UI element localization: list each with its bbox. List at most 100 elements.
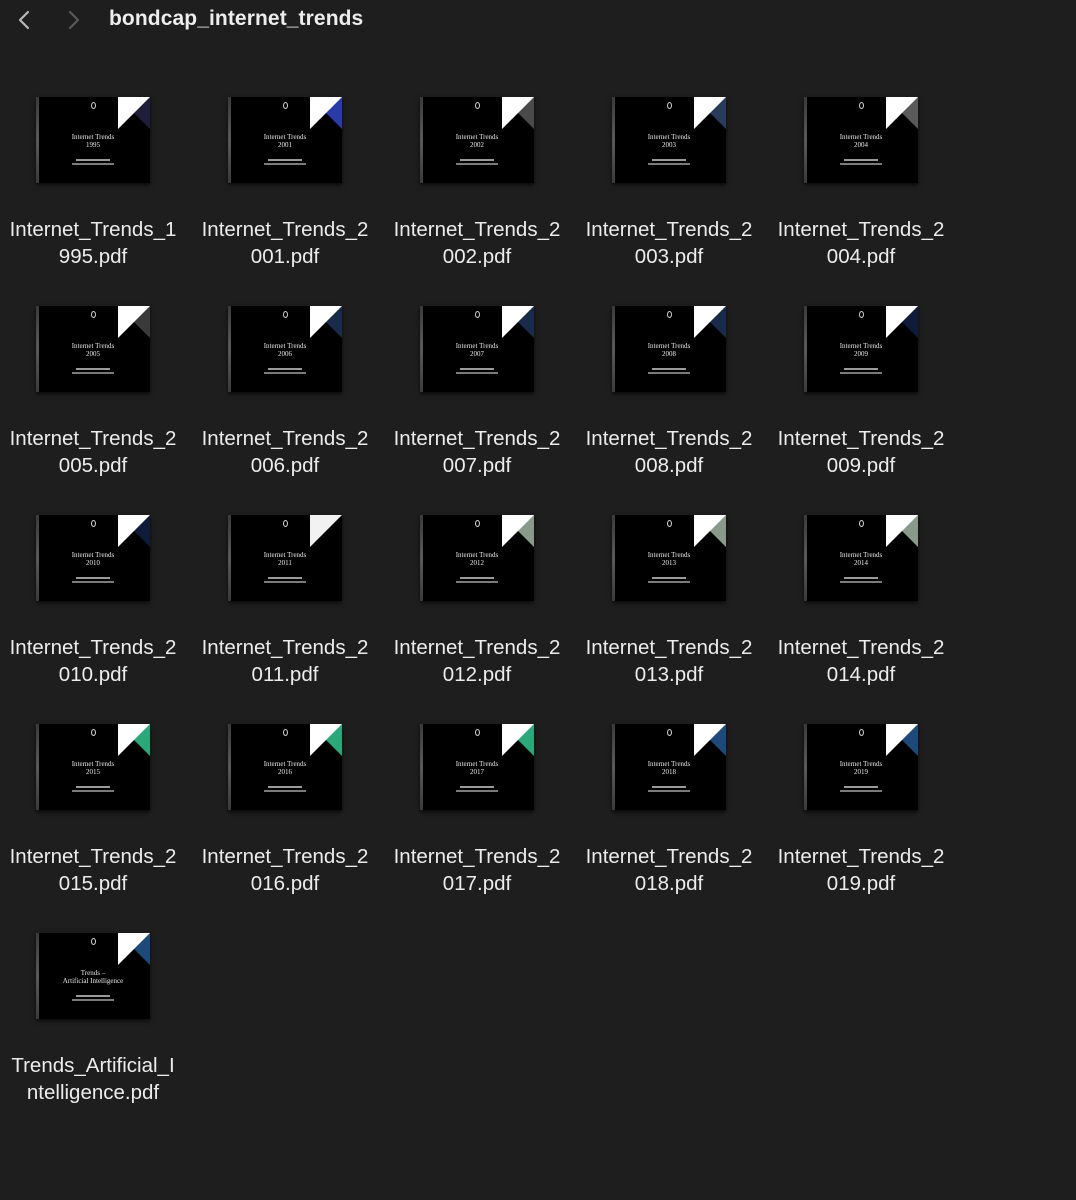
file-item[interactable]: Internet Trends 2007 Internet_Trends_2 007.… — [384, 306, 570, 506]
file-item[interactable]: Trends – Artificial Intelligence Trends_Ar… — [0, 933, 186, 1133]
file-item[interactable]: Internet Trends 2014 Internet_Trends_2 014.… — [768, 515, 954, 715]
file-name: Internet_Trends_2 007.pdf — [384, 425, 570, 479]
file-item[interactable]: Internet Trends 2006 Internet_Trends_2 006.… — [192, 306, 378, 506]
thumbnail-title: Internet Trends 2012 — [426, 551, 528, 567]
thumbnail-year-line: Artificial Intelligence — [62, 977, 124, 985]
thumbnail-title-line: Internet Trends — [647, 342, 691, 350]
page-curl-icon — [502, 97, 534, 129]
thumbnail-title: Trends – Artificial Intelligence — [42, 969, 144, 985]
thumbnail-subtitle-line — [844, 368, 878, 370]
thumbnail-date-line — [456, 790, 498, 792]
pdf-thumbnail: Internet Trends 2003 — [612, 97, 726, 183]
file-name-line: Internet_Trends_2 — [585, 636, 753, 659]
file-item[interactable]: Internet Trends 1995 Internet_Trends_1 995.… — [0, 97, 186, 297]
thumbnail-title-line: Trends – — [80, 969, 106, 977]
pdf-thumbnail: Internet Trends 2014 — [804, 515, 918, 601]
thumbnail-title: Internet Trends 2017 — [426, 760, 528, 776]
file-name-line: 019.pdf — [826, 872, 896, 895]
page-curl-icon — [694, 724, 726, 756]
thumbnail-year-line: 2005 — [86, 350, 100, 358]
file-item[interactable]: Internet Trends 2008 Internet_Trends_2 008.… — [576, 306, 762, 506]
thumbnail-date-line — [648, 372, 690, 374]
thumbnail-title-line: Internet Trends — [263, 760, 307, 768]
thumbnail-subtitle-line — [652, 159, 686, 161]
thumbnail-year-line: 2018 — [662, 768, 676, 776]
logo-mark-icon — [475, 311, 480, 318]
file-item[interactable]: Internet Trends 2004 Internet_Trends_2 004.… — [768, 97, 954, 297]
logo-mark-icon — [91, 102, 96, 109]
thumbnail-title: Internet Trends 2007 — [426, 342, 528, 358]
file-item[interactable]: Internet Trends 2009 Internet_Trends_2 009.… — [768, 306, 954, 506]
file-name-line: Internet_Trends_2 — [777, 636, 945, 659]
file-item[interactable]: Internet Trends 2019 Internet_Trends_2 019.… — [768, 724, 954, 924]
file-name: Internet_Trends_2 001.pdf — [192, 216, 378, 270]
page-curl-icon — [118, 933, 150, 965]
file-name: Internet_Trends_2 014.pdf — [768, 634, 954, 688]
thumbnail-subtitle-line — [844, 159, 878, 161]
thumbnail-date-line — [840, 790, 882, 792]
file-item[interactable]: Internet Trends 2016 Internet_Trends_2 016.… — [192, 724, 378, 924]
logo-mark-icon — [667, 520, 672, 527]
file-item[interactable]: Internet Trends 2001 Internet_Trends_2 001.… — [192, 97, 378, 297]
thumbnail-title: Internet Trends 2018 — [618, 760, 720, 776]
page-curl-icon — [118, 724, 150, 756]
thumbnail-date-line — [72, 999, 114, 1001]
thumbnail-title-line: Internet Trends — [71, 760, 115, 768]
file-name-line: Internet_Trends_2 — [393, 427, 561, 450]
file-name: Internet_Trends_2 019.pdf — [768, 843, 954, 897]
thumbnail-date-line — [72, 581, 114, 583]
file-item[interactable]: Internet Trends 2013 Internet_Trends_2 013.… — [576, 515, 762, 715]
thumbnail-title: Internet Trends 2016 — [234, 760, 336, 776]
file-name-line: Internet_Trends_2 — [201, 218, 369, 241]
logo-mark-icon — [859, 102, 864, 109]
thumbnail-year-line: 2011 — [278, 559, 292, 567]
thumbnail-year-line: 2016 — [278, 768, 292, 776]
pdf-thumbnail: Internet Trends 2010 — [36, 515, 150, 601]
file-name-line: Internet_Trends_2 — [585, 427, 753, 450]
file-name-line: 012.pdf — [442, 663, 512, 686]
file-name-line: Internet_Trends_2 — [393, 218, 561, 241]
thumbnail-title-line: Internet Trends — [839, 342, 883, 350]
file-name-line: 009.pdf — [826, 454, 896, 477]
file-item[interactable]: Internet Trends 2011 Internet_Trends_2 011.… — [192, 515, 378, 715]
thumbnail-subtitle-line — [652, 368, 686, 370]
file-name-line: Trends_Artificial_I — [11, 1054, 175, 1077]
file-item[interactable]: Internet Trends 2003 Internet_Trends_2 003.… — [576, 97, 762, 297]
thumbnail-year-line: 2008 — [662, 350, 676, 358]
thumbnail-title-line: Internet Trends — [647, 133, 691, 141]
file-name: Internet_Trends_2 015.pdf — [0, 843, 186, 897]
logo-mark-icon — [475, 102, 480, 109]
file-name-line: Internet_Trends_2 — [9, 427, 177, 450]
thumbnail-title-line: Internet Trends — [455, 551, 499, 559]
pdf-thumbnail: Trends – Artificial Intelligence — [36, 933, 150, 1019]
file-item[interactable]: Internet Trends 2005 Internet_Trends_2 005.… — [0, 306, 186, 506]
file-name-line: Internet_Trends_2 — [393, 636, 561, 659]
logo-mark-icon — [91, 729, 96, 736]
thumbnail-subtitle-line — [652, 577, 686, 579]
thumbnail-date-line — [648, 790, 690, 792]
thumbnail-date-line — [264, 581, 306, 583]
file-name-line: 008.pdf — [634, 454, 704, 477]
file-name: Internet_Trends_2 003.pdf — [576, 216, 762, 270]
thumbnail-title-line: Internet Trends — [263, 342, 307, 350]
thumbnail-subtitle-line — [76, 577, 110, 579]
file-item[interactable]: Internet Trends 2015 Internet_Trends_2 015.… — [0, 724, 186, 924]
file-item[interactable]: Internet Trends 2018 Internet_Trends_2 018.… — [576, 724, 762, 924]
pdf-thumbnail: Internet Trends 2017 — [420, 724, 534, 810]
file-name-line: 017.pdf — [442, 872, 512, 895]
file-name-line: Internet_Trends_2 — [201, 427, 369, 450]
file-item[interactable]: Internet Trends 2012 Internet_Trends_2 012.… — [384, 515, 570, 715]
file-name-line: ntelligence.pdf — [26, 1081, 160, 1104]
thumbnail-year-line: 2013 — [662, 559, 676, 567]
file-item[interactable]: Internet Trends 2017 Internet_Trends_2 017.… — [384, 724, 570, 924]
file-item[interactable]: Internet Trends 2002 Internet_Trends_2 002.… — [384, 97, 570, 297]
logo-mark-icon — [475, 520, 480, 527]
thumbnail-title: Internet Trends 2003 — [618, 133, 720, 149]
file-name-line: 016.pdf — [250, 872, 320, 895]
file-name: Internet_Trends_2 005.pdf — [0, 425, 186, 479]
page-curl-icon — [886, 515, 918, 547]
page-curl-icon — [118, 97, 150, 129]
thumbnail-subtitle-line — [460, 159, 494, 161]
file-item[interactable]: Internet Trends 2010 Internet_Trends_2 010.… — [0, 515, 186, 715]
thumbnail-title-line: Internet Trends — [71, 551, 115, 559]
